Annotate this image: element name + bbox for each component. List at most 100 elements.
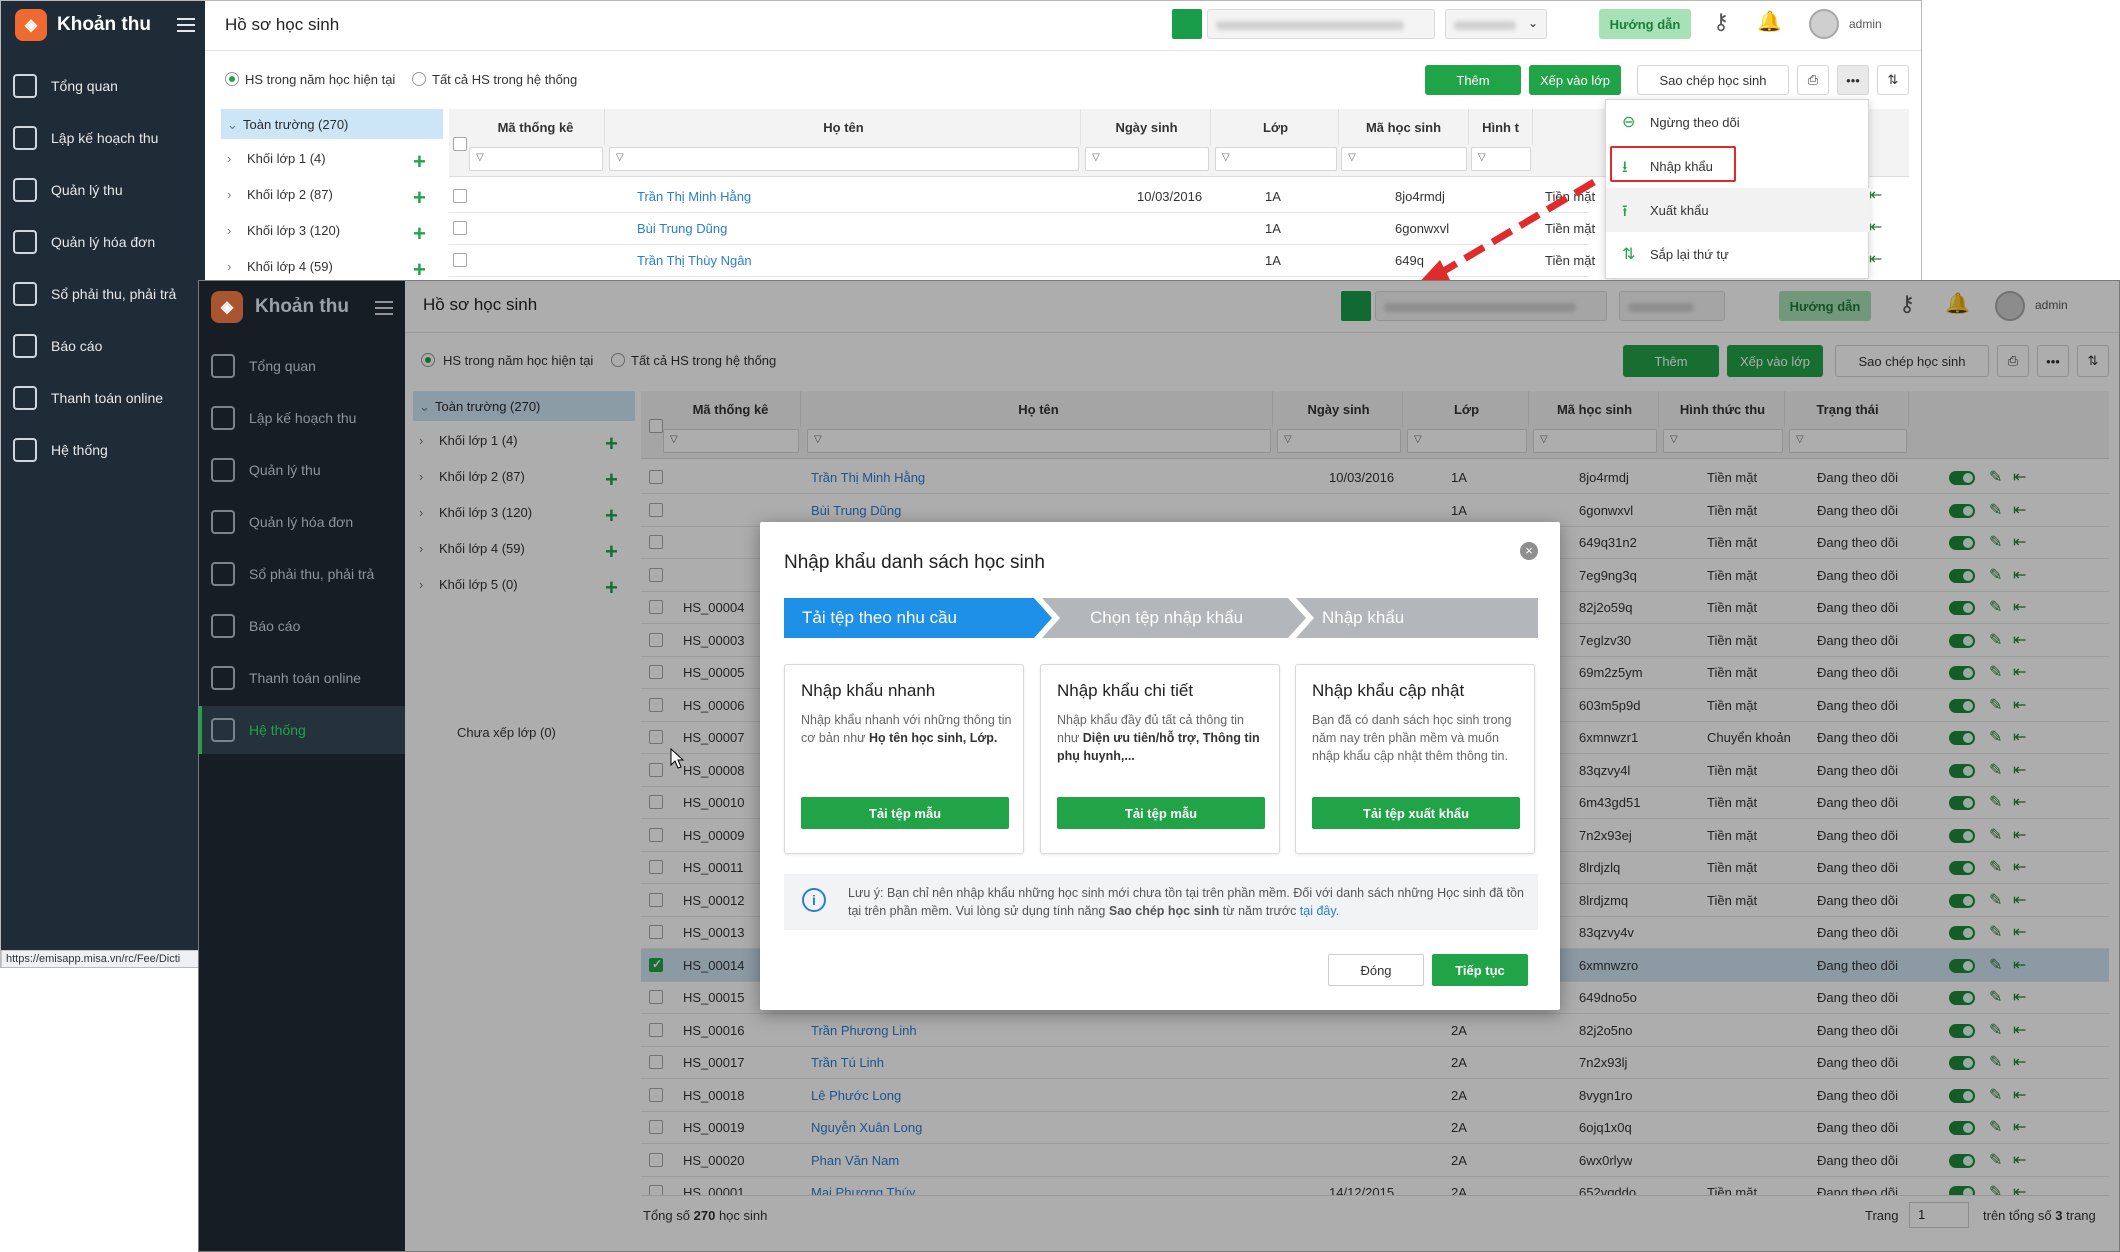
student-name-link[interactable]: Bùi Trung Dũng	[637, 221, 727, 236]
here-link[interactable]: tại đây.	[1300, 904, 1339, 918]
note-text: Lưu ý: Bạn chỉ nên nhập khẩu những học s…	[848, 886, 1524, 918]
download-template-button[interactable]: Tải tệp xuất khẩu	[1312, 797, 1520, 829]
row-checkbox[interactable]	[453, 221, 467, 235]
radio-all[interactable]	[412, 72, 426, 86]
bell-icon[interactable]: 🔔	[1757, 9, 1782, 34]
nav-item-1[interactable]: Lập kế hoạch thu	[1, 113, 205, 163]
column-header[interactable]: Mã thống kê	[467, 109, 605, 145]
header: Hồ sơ học sinh ⌄ Hướng dẫn ⚷ 🔔 admin	[205, 1, 1921, 51]
stop-tracking-icon: ⊖	[1622, 114, 1636, 131]
menu-item-3[interactable]: ⇅ Sắp lại thứ tự	[1606, 232, 1870, 276]
nav-label: Hệ thống	[51, 442, 108, 458]
sort-icon[interactable]: ⇅	[1877, 65, 1909, 95]
column-filter[interactable]	[469, 147, 603, 171]
chevron-down-icon[interactable]: ⌄	[227, 117, 238, 133]
nav-item-6[interactable]: Thanh toán online	[1, 373, 205, 423]
chevron-right-icon[interactable]: ›	[227, 151, 231, 166]
chevron-right-icon[interactable]: ›	[227, 187, 231, 202]
step-3: Nhập khẩu	[1322, 608, 1405, 627]
tree-item[interactable]: Khối lớp 2 (87)	[247, 187, 333, 202]
withdraw-icon[interactable]: ⇤	[1869, 249, 1882, 269]
card-title: Nhập khẩu cập nhật	[1312, 681, 1465, 700]
add-button[interactable]: Thêm	[1425, 65, 1521, 95]
nav-icon	[13, 74, 37, 98]
nav-label: Quản lý thu	[249, 462, 321, 478]
nav-item-4[interactable]: Sổ phải thu, phải trả	[1, 269, 205, 319]
key-icon[interactable]: ⚷	[1713, 9, 1729, 35]
nav-item-0[interactable]: Tổng quan	[1, 61, 205, 111]
chevron-right-icon[interactable]: ›	[227, 259, 231, 274]
select-all-checkbox[interactable]	[453, 137, 467, 151]
hamburger-icon[interactable]	[177, 18, 195, 32]
nav-item-2[interactable]: Quản lý thu	[1, 165, 205, 215]
app-logo-icon: ◈	[15, 9, 47, 41]
print-icon[interactable]: ⎙	[1797, 65, 1829, 95]
nav-icon	[13, 282, 37, 306]
user-name[interactable]: admin	[1849, 17, 1882, 31]
close-icon[interactable]: ×	[1520, 542, 1538, 560]
menu-item-label: Sắp lại thứ tự	[1650, 246, 1729, 262]
home-icon[interactable]	[1172, 9, 1202, 39]
import-option-card: Nhập khẩu chi tiết Nhập khẩu đầy đủ tất c…	[1040, 664, 1280, 854]
nav-item-3[interactable]: Quản lý hóa đơn	[199, 497, 403, 547]
nav-item-1[interactable]: Lập kế hoạch thu	[199, 393, 403, 443]
card-title: Nhập khẩu nhanh	[801, 681, 936, 700]
tree-root[interactable]: Toàn trường (270)	[221, 109, 443, 139]
column-header[interactable]: Mã học sinh	[1339, 109, 1469, 145]
column-header[interactable]: Lớp	[1213, 109, 1339, 145]
hamburger-icon[interactable]	[375, 301, 393, 315]
school-year-select[interactable]: ⌄	[1445, 9, 1547, 39]
column-header[interactable]: Ngày sinh	[1083, 109, 1211, 145]
copy-students-button[interactable]: Sao chép học sinh	[1637, 65, 1789, 95]
status-url: https://emisapp.misa.vn/rc/Fee/Dicti	[1, 950, 199, 967]
nav-label: Thanh toán online	[249, 670, 362, 686]
nav-item-2[interactable]: Quản lý thu	[199, 445, 403, 495]
nav-label: Sổ phải thu, phải trả	[51, 286, 177, 302]
menu-item-2[interactable]: ⭱ Xuất khẩu	[1606, 188, 1870, 232]
withdraw-icon[interactable]: ⇤	[1869, 185, 1882, 205]
nav-item-3[interactable]: Quản lý hóa đơn	[1, 217, 205, 267]
tree-item[interactable]: Khối lớp 4 (59)	[247, 259, 333, 274]
row-checkbox[interactable]	[453, 253, 467, 267]
add-icon[interactable]: +	[413, 151, 426, 173]
column-filter[interactable]	[609, 147, 1079, 171]
column-header[interactable]: Họ tên	[607, 109, 1081, 145]
app-title: Khoản thu	[255, 296, 349, 317]
nav-item-0[interactable]: Tổng quan	[199, 341, 403, 391]
nav-item-7[interactable]: Hệ thống	[1, 425, 205, 475]
close-button[interactable]: Đóng	[1328, 954, 1424, 986]
nav-icon	[13, 386, 37, 410]
more-icon[interactable]: •••	[1837, 65, 1869, 95]
app-logo-icon: ◈	[211, 291, 243, 323]
add-icon[interactable]: +	[413, 187, 426, 209]
column-filter[interactable]	[1085, 147, 1209, 171]
student-name-link[interactable]: Trần Thị Thùy Ngân	[637, 253, 752, 268]
download-template-button[interactable]: Tải tệp mẫu	[1057, 797, 1265, 829]
nav-item-5[interactable]: Báo cáo	[199, 601, 403, 651]
radio-current-label: HS trong năm học hiện tại	[245, 72, 396, 87]
nav-label: Thanh toán online	[51, 390, 164, 406]
nav-item-5[interactable]: Báo cáo	[1, 321, 205, 371]
column-filter[interactable]	[1215, 147, 1337, 171]
add-icon[interactable]: +	[413, 259, 426, 281]
continue-button[interactable]: Tiếp tục	[1432, 954, 1528, 986]
avatar[interactable]	[1809, 9, 1839, 39]
column-header[interactable]: Hình t	[1469, 109, 1533, 145]
radio-current-year[interactable]	[225, 72, 239, 86]
add-icon[interactable]: +	[413, 223, 426, 245]
download-template-button[interactable]: Tải tệp mẫu	[801, 797, 1009, 829]
help-button[interactable]: Hướng dẫn	[1599, 9, 1691, 39]
menu-item-label: Xuất khẩu	[1650, 202, 1709, 218]
menu-item-0[interactable]: ⊖ Ngừng theo dõi	[1606, 100, 1870, 144]
chevron-right-icon[interactable]: ›	[227, 223, 231, 238]
withdraw-icon[interactable]: ⇤	[1869, 217, 1882, 237]
row-checkbox[interactable]	[453, 189, 467, 203]
tree-item[interactable]: Khối lớp 1 (4)	[247, 151, 326, 166]
student-name-link[interactable]: Trần Thị Minh Hằng	[637, 189, 751, 204]
tree-item[interactable]: Khối lớp 3 (120)	[247, 223, 340, 238]
nav-item-6[interactable]: Thanh toán online	[199, 653, 403, 703]
nav-item-4[interactable]: Sổ phải thu, phải trả	[199, 549, 403, 599]
assign-class-button[interactable]: Xếp vào lớp	[1529, 65, 1621, 95]
nav-item-7[interactable]: Hệ thống	[199, 705, 403, 755]
school-select[interactable]	[1207, 9, 1435, 39]
